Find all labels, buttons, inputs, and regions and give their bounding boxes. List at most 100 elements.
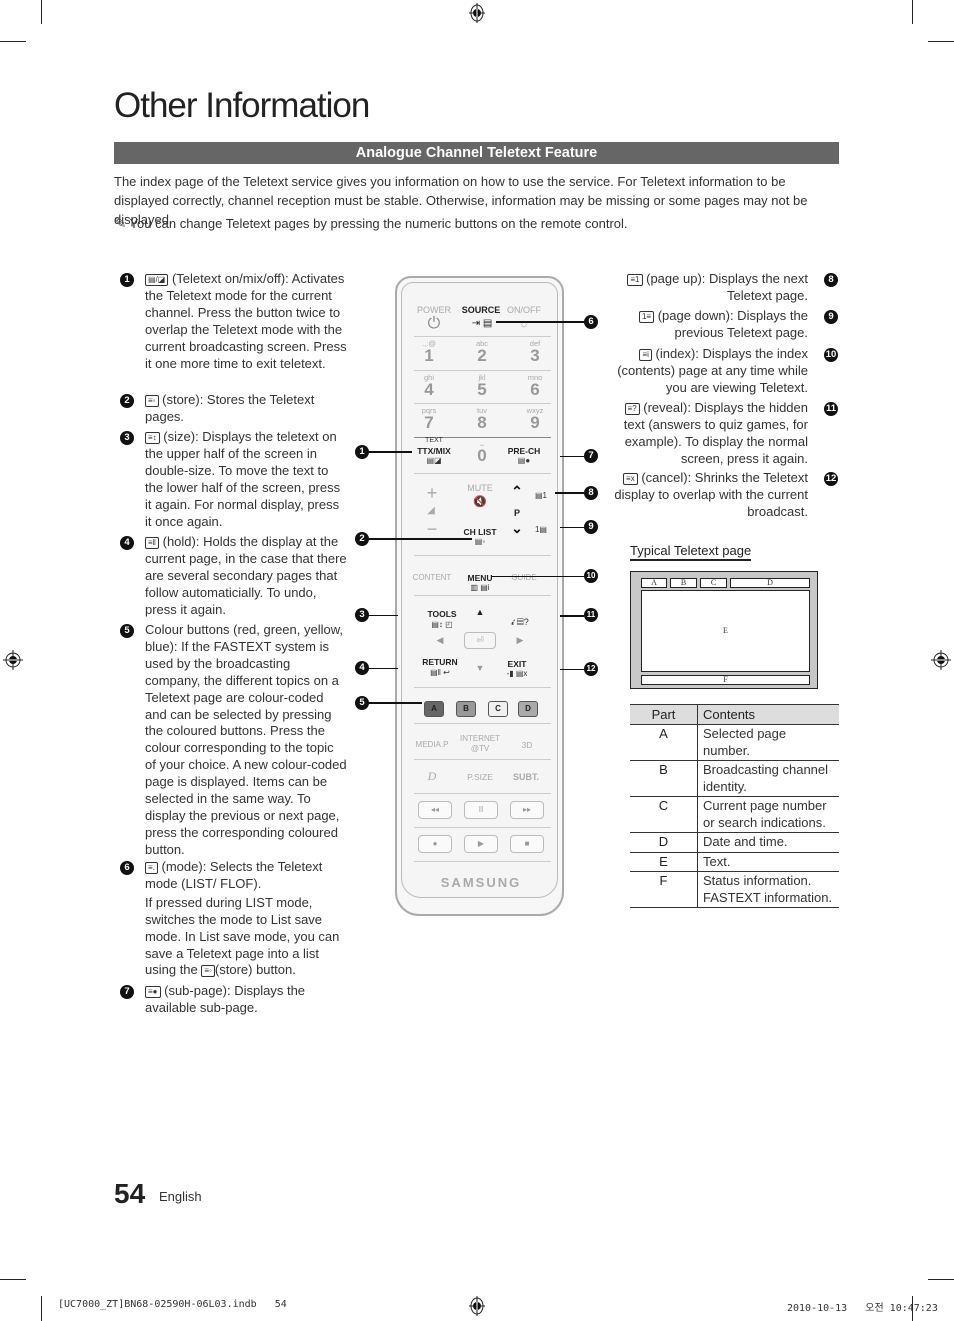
table-row: B Broadcasting channel identity. xyxy=(630,760,839,797)
key-0: 0 xyxy=(477,446,487,465)
color-button-b: B xyxy=(456,701,476,717)
left-arrow-icon: ◀ xyxy=(436,635,444,645)
part-cell: D xyxy=(630,832,698,853)
brand-logo: SAMSUNG xyxy=(440,875,522,890)
page-up-icon: ≡1 xyxy=(627,274,643,286)
callout-line xyxy=(496,321,584,323)
divider xyxy=(414,555,551,556)
divider xyxy=(414,759,551,760)
stop-button-icon: ■ xyxy=(510,835,544,853)
exit-label: EXIT xyxy=(507,659,527,669)
diagram-part-e: E xyxy=(641,590,810,672)
item-number: 2 xyxy=(120,394,134,408)
item-text: (cancel): Shrinks the Teletext display t… xyxy=(614,470,808,519)
divider xyxy=(414,861,551,862)
list-item: 4 ≡‖ (hold): Holds the display at the cu… xyxy=(120,534,348,619)
divider xyxy=(414,403,551,404)
item-text: (hold): Holds the display at the current… xyxy=(145,534,347,617)
crop-mark xyxy=(0,1279,26,1280)
return-label: RETURN xyxy=(422,657,458,667)
page-down-icon: 1▤ xyxy=(534,525,547,534)
p-label: P xyxy=(513,508,520,518)
mode-icon: ≡. xyxy=(145,862,158,874)
ttx-mix-label: TTX/MIX xyxy=(417,446,451,456)
part-cell: B xyxy=(630,760,698,797)
table-row: F Status information. FASTEXT information… xyxy=(630,871,839,908)
part-cell: E xyxy=(630,852,698,872)
callout-line xyxy=(368,702,422,704)
callout-number: 11 xyxy=(584,608,598,622)
callout-number: 12 xyxy=(584,662,598,676)
item-number: 8 xyxy=(824,273,838,287)
list-item: 11 ≡? (reveal): Displays the hidden text… xyxy=(610,400,838,468)
item-number: 5 xyxy=(120,624,134,638)
power-icon: ⏻ xyxy=(427,315,441,332)
callout-number: 7 xyxy=(584,449,598,463)
callout-number: 2 xyxy=(355,532,369,546)
list-item: 8 ≡1 (page up): Displays the next Telete… xyxy=(610,271,838,305)
column-header-part: Part xyxy=(630,704,698,725)
item-text: (reveal): Displays the hidden text (answ… xyxy=(623,400,808,466)
key-3: 3 xyxy=(530,346,540,365)
diagram-part-c: C xyxy=(700,578,727,588)
source-label: SOURCE xyxy=(461,305,501,315)
callout-line xyxy=(560,527,584,528)
callout-line xyxy=(555,492,584,494)
divider xyxy=(414,473,551,474)
contents-cell: Text. xyxy=(697,852,839,872)
diagram-part-e-label: E xyxy=(723,626,728,635)
store-icon: ≡◦ xyxy=(201,965,215,978)
item-number: 3 xyxy=(120,431,134,445)
page-number: 54 xyxy=(114,1178,146,1209)
play-button-icon: ▶ xyxy=(464,835,498,853)
divider xyxy=(414,723,551,724)
item-number: 12 xyxy=(824,472,838,486)
registration-mark-icon xyxy=(3,650,23,670)
registration-mark-icon xyxy=(931,650,951,670)
list-item: 6 ≡. (mode): Selects the Teletext mode (… xyxy=(120,859,348,979)
callout-number: 9 xyxy=(584,520,598,534)
channel-down-icon: ⌄ xyxy=(511,520,523,536)
part-cell: C xyxy=(630,796,698,833)
crop-mark xyxy=(41,1296,42,1321)
crop-mark xyxy=(928,41,954,42)
list-item: 2 ≡◦ (store): Stores the Teletext pages. xyxy=(120,392,348,426)
size-icon: ▤↕ ◰ xyxy=(431,620,453,629)
onoff-label: ON/OFF xyxy=(507,305,541,315)
list-item: 9 1≡ (page down): Displays the previous … xyxy=(610,308,838,342)
list-item: 12 ≡x (cancel): Shrinks the Teletext dis… xyxy=(610,470,838,521)
callout-line xyxy=(368,615,398,616)
teletext-mix-icon: ▤/◪ xyxy=(145,274,169,286)
teletext-page-diagram: A B C D E F xyxy=(630,571,818,689)
key-4: 4 xyxy=(424,380,434,399)
key-6: 6 xyxy=(530,380,540,399)
item-text: (page down): Displays the previous Telet… xyxy=(657,308,808,340)
item-text: (store): Stores the Teletext pages. xyxy=(145,392,315,424)
registration-mark-icon xyxy=(467,3,487,23)
callout-line xyxy=(560,669,584,670)
item-number: 11 xyxy=(824,402,838,416)
item-number: 6 xyxy=(120,861,134,875)
content-label: CONTENT xyxy=(412,573,452,582)
column-header-contents: Contents xyxy=(697,704,839,725)
list-item: 5 Colour buttons (red, green, yellow, bl… xyxy=(120,622,348,859)
internet-label: INTERNET xyxy=(460,734,500,743)
subt-label: SUBT. xyxy=(512,772,539,782)
page-language: English xyxy=(159,1189,202,1204)
callout-number: 10 xyxy=(584,569,598,583)
callout-number: 8 xyxy=(584,486,598,500)
item-text: (sub-page): Displays the available sub-p… xyxy=(145,983,306,1015)
contents-cell: Broadcasting channel identity. xyxy=(697,760,839,797)
note-text: You can change Teletext pages by pressin… xyxy=(129,216,628,231)
contents-cell: Status information. FASTEXT information. xyxy=(697,871,839,908)
record-button-icon: ● xyxy=(418,835,452,853)
ttx-mix-icon: ▤◪ xyxy=(426,456,442,465)
key-1: 1 xyxy=(424,346,434,365)
crop-mark xyxy=(0,41,26,42)
diagram-part-f: F xyxy=(641,675,810,685)
cancel-icon: -▮ ▤x xyxy=(506,669,528,678)
divider xyxy=(414,827,551,828)
print-slug-timestamp: 2010-10-13 오전 10:47:23 xyxy=(787,1303,938,1314)
print-slug-filename: [UC7000_ZT]BN68-02590H-06L03.indb 54 xyxy=(58,1299,287,1310)
item-text: (page up): Displays the next Teletext pa… xyxy=(646,271,808,303)
